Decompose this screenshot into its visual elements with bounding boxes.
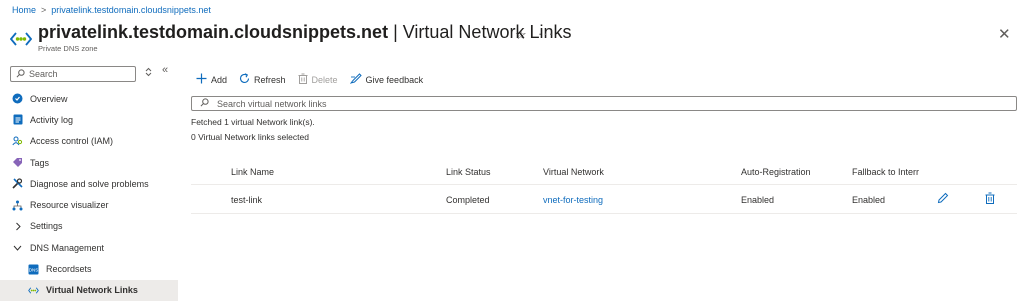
- column-header-link-name[interactable]: Link Name: [231, 167, 274, 177]
- breadcrumb: Home > privatelink.testdomain.cloudsnipp…: [12, 5, 211, 15]
- cell-link-status: Completed: [446, 195, 490, 205]
- recordsets-icon: DNS: [28, 264, 39, 275]
- trash-icon: [298, 73, 308, 86]
- sidebar-item-access-control[interactable]: Access control (IAM): [0, 131, 178, 152]
- wrench-icon: [12, 178, 23, 189]
- sidebar-item-label: Tags: [30, 157, 50, 168]
- page-title-zone: privatelink.testdomain.cloudsnippets.net: [38, 22, 389, 42]
- refresh-icon: [239, 73, 250, 86]
- sidebar-nav: Overview Activity log Access control (IA…: [0, 88, 178, 301]
- sidebar-item-activity-log[interactable]: Activity log: [0, 109, 178, 130]
- fetched-status-text: Fetched 1 virtual Network link(s).: [191, 117, 315, 127]
- sidebar-item-label: DNS Management: [30, 242, 105, 253]
- give-feedback-label: Give feedback: [365, 74, 424, 85]
- feedback-icon: [349, 73, 362, 86]
- breadcrumb-home-link[interactable]: Home: [12, 5, 36, 15]
- sidebar-item-label: Diagnose and solve problems: [30, 178, 149, 189]
- overview-icon: [12, 93, 23, 104]
- sidebar-item-diagnose[interactable]: Diagnose and solve problems: [0, 173, 178, 194]
- tag-icon: [12, 157, 23, 168]
- sidebar-item-label: Recordsets: [46, 264, 92, 275]
- cell-link-name: test-link: [231, 195, 263, 205]
- sidebar-item-label: Overview: [30, 93, 68, 104]
- sidebar-item-recordsets[interactable]: DNS Recordsets: [0, 258, 178, 279]
- row-divider: [191, 213, 1017, 214]
- sidebar-sort-icon[interactable]: [145, 67, 152, 79]
- sidebar-item-label: Virtual Network Links: [46, 285, 138, 296]
- sidebar-item-dns-management[interactable]: DNS Management: [0, 237, 178, 258]
- iam-icon: [12, 136, 23, 147]
- edit-pencil-icon[interactable]: [937, 192, 949, 206]
- delete-button[interactable]: Delete: [298, 73, 338, 86]
- sidebar-item-tags[interactable]: Tags: [0, 152, 178, 173]
- sidebar-item-settings[interactable]: Settings: [0, 216, 178, 237]
- column-header-virtual-network[interactable]: Virtual Network: [543, 167, 604, 177]
- plus-icon: [196, 73, 207, 86]
- vnet-link-icon: [28, 285, 39, 296]
- refresh-button-label: Refresh: [254, 74, 286, 85]
- column-header-auto-registration[interactable]: Auto-Registration: [741, 167, 811, 177]
- sidebar-search-placeholder: Search: [29, 69, 58, 79]
- search-virtual-network-links-input[interactable]: Search virtual network links: [191, 96, 1017, 111]
- breadcrumb-current-link[interactable]: privatelink.testdomain.cloudsnippets.net: [51, 5, 211, 15]
- sidebar-item-virtual-network-links[interactable]: Virtual Network Links: [0, 279, 178, 301]
- sidebar-search-input[interactable]: Search: [10, 66, 136, 82]
- breadcrumb-separator: >: [41, 5, 47, 15]
- cell-virtual-network-link[interactable]: vnet-for-testing: [543, 195, 603, 205]
- sidebar-item-overview[interactable]: Overview: [0, 88, 178, 109]
- refresh-button[interactable]: Refresh: [239, 73, 286, 86]
- search-icon: [200, 98, 209, 109]
- favorite-star-icon[interactable]: ☆: [515, 27, 527, 43]
- sidebar-item-label: Resource visualizer: [30, 200, 109, 211]
- cell-auto-registration: Enabled: [741, 195, 775, 205]
- search-icon: [16, 68, 25, 80]
- sidebar-item-label: Access control (IAM): [30, 136, 114, 147]
- chevron-right-icon: [12, 221, 23, 232]
- sidebar-item-label: Activity log: [30, 114, 74, 125]
- header-divider: [191, 184, 1017, 185]
- close-icon[interactable]: ✕: [998, 25, 1011, 43]
- private-dns-zone-icon: [9, 28, 33, 50]
- command-bar: Add Refresh Delete Give feedback: [196, 73, 423, 86]
- search-placeholder: Search virtual network links: [217, 98, 327, 109]
- delete-button-label: Delete: [311, 74, 338, 85]
- add-button[interactable]: Add: [196, 73, 227, 86]
- more-options-icon[interactable]: ···: [538, 26, 554, 41]
- collapse-sidebar-icon[interactable]: «: [162, 64, 168, 76]
- chevron-down-icon: [12, 242, 23, 253]
- page-title: privatelink.testdomain.cloudsnippets.net…: [38, 22, 571, 43]
- cell-fallback: Enabled: [852, 195, 886, 205]
- sidebar-item-label: Settings: [30, 221, 63, 232]
- column-header-link-status[interactable]: Link Status: [446, 167, 491, 177]
- svg-text:DNS: DNS: [29, 267, 39, 272]
- activity-log-icon: [12, 114, 23, 125]
- visualizer-icon: [12, 200, 23, 211]
- column-header-fallback[interactable]: Fallback to Interr: [852, 167, 919, 177]
- add-button-label: Add: [211, 74, 228, 85]
- page-subtitle: Private DNS zone: [38, 44, 98, 53]
- selected-count-text: 0 Virtual Network links selected: [191, 132, 309, 142]
- give-feedback-button[interactable]: Give feedback: [349, 73, 424, 86]
- delete-row-trash-icon[interactable]: [985, 192, 995, 206]
- sidebar-item-resource-visualizer[interactable]: Resource visualizer: [0, 194, 178, 215]
